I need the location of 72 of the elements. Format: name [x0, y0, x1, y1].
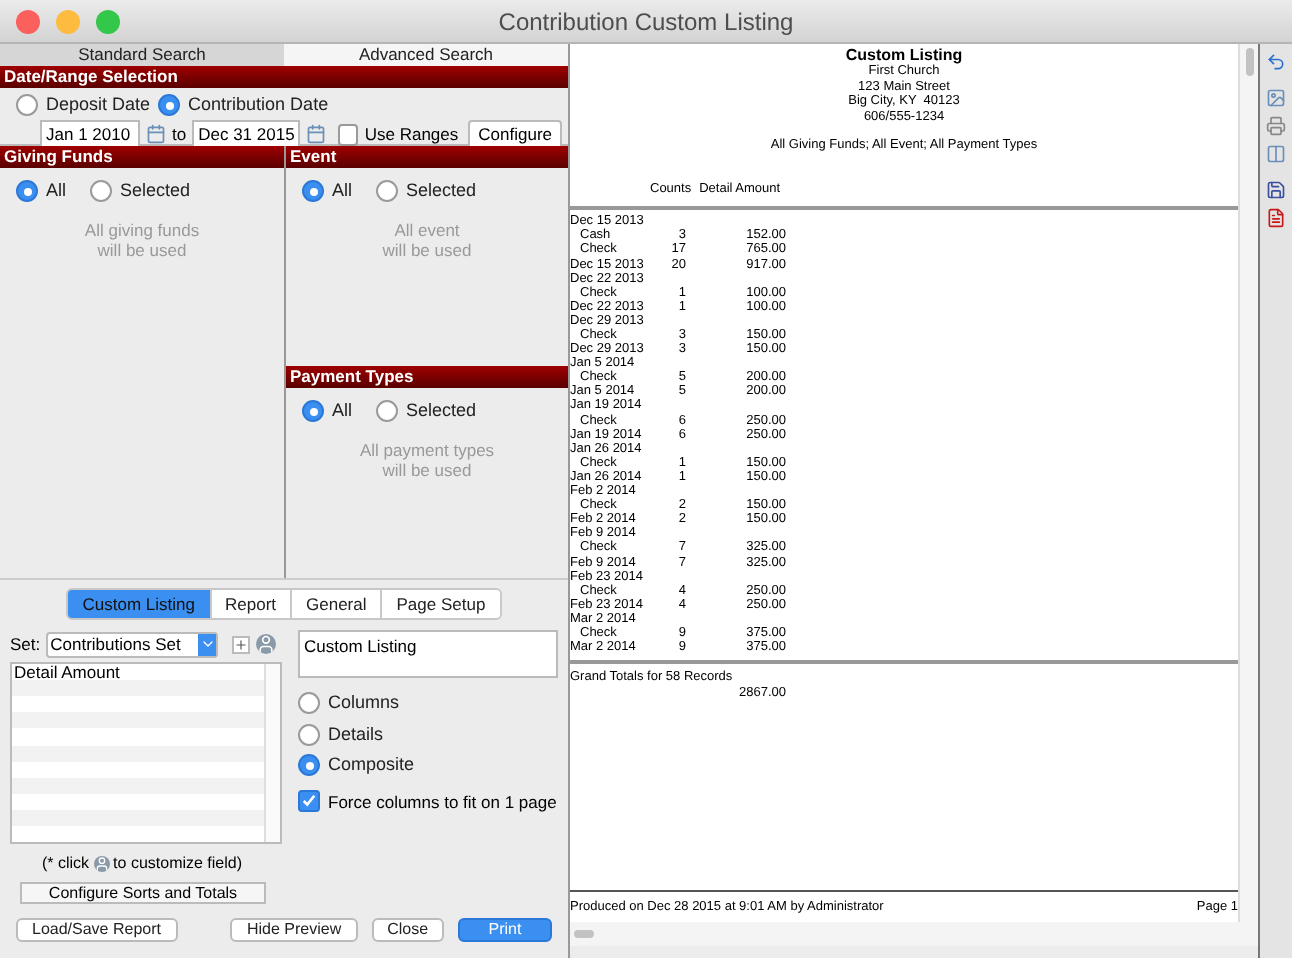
- save-icon[interactable]: [1266, 180, 1286, 200]
- radio-button[interactable]: [16, 94, 38, 117]
- configure-sorts-button[interactable]: Configure Sorts and Totals: [20, 882, 266, 904]
- section-note: All event will be used: [380, 219, 474, 259]
- calendar-icon[interactable]: [306, 124, 327, 144]
- radio-label: All: [332, 398, 353, 424]
- radio-button[interactable]: [298, 754, 320, 777]
- section-note: All giving funds will be used: [82, 219, 202, 259]
- list-scrollbar[interactable]: [264, 664, 280, 842]
- picture-icon[interactable]: [1266, 88, 1286, 108]
- radio-button[interactable]: [298, 692, 320, 715]
- columns-icon[interactable]: [1266, 144, 1286, 164]
- radio-button[interactable]: [376, 400, 399, 423]
- section-note: All payment types will be used: [357, 439, 497, 479]
- radio-label: All: [332, 178, 353, 204]
- checkbox[interactable]: [298, 790, 320, 813]
- set-label: Set:: [10, 631, 41, 657]
- radio-button[interactable]: [90, 180, 113, 203]
- calendar-icon[interactable]: [146, 124, 166, 144]
- add-icon[interactable]: [232, 635, 251, 653]
- dialog-button[interactable]: Load/Save Report: [16, 918, 177, 942]
- settings-tab[interactable]: Report: [209, 590, 291, 618]
- section-header: Event: [286, 146, 568, 168]
- radio-button[interactable]: [16, 180, 38, 203]
- date-field[interactable]: Dec 31 2015: [192, 120, 301, 148]
- document-icon[interactable]: [1266, 208, 1286, 228]
- radio-label: Composite: [328, 752, 415, 778]
- hint-text: (* click: [41, 852, 90, 876]
- checkbox-label: Force columns to fit on 1 page: [328, 789, 557, 815]
- report-title-field[interactable]: Custom Listing: [298, 630, 558, 678]
- radio-button[interactable]: [298, 723, 320, 746]
- checkbox-label: Use Ranges: [364, 121, 459, 147]
- radio-label: Deposit Date: [46, 92, 151, 118]
- radio-label: Columns: [328, 690, 400, 716]
- radio-button[interactable]: [302, 180, 324, 203]
- radio-label: All: [46, 178, 67, 204]
- section-header: Giving Funds: [0, 146, 284, 168]
- configure-button[interactable]: Configure: [468, 119, 562, 149]
- vertical-scrollbar[interactable]: [1238, 44, 1258, 922]
- radio-button[interactable]: [302, 400, 324, 423]
- radio-label: Selected: [406, 398, 477, 424]
- checkmark-icon: [302, 794, 316, 809]
- hint-text: to customize field): [113, 852, 243, 876]
- radio-label: Details: [328, 721, 384, 747]
- settings-tab[interactable]: General: [290, 590, 381, 618]
- zoom-icon[interactable]: [96, 9, 120, 33]
- undo-icon[interactable]: [1266, 52, 1286, 72]
- settings-tab[interactable]: Custom Listing: [68, 590, 209, 618]
- close-icon[interactable]: [16, 9, 40, 33]
- radio-label: Selected: [406, 178, 477, 204]
- section-header: Date/Range Selection: [0, 66, 568, 88]
- radio-label: Selected: [120, 178, 191, 204]
- settings-tab[interactable]: Page Setup: [380, 590, 500, 618]
- person-icon: [93, 856, 110, 872]
- dialog-button[interactable]: Close: [371, 918, 445, 942]
- date-field[interactable]: Jan 1 2010: [40, 120, 140, 148]
- person-icon[interactable]: [256, 634, 277, 654]
- horizontal-scrollbar[interactable]: [570, 922, 1258, 946]
- set-dropdown[interactable]: Contributions Set: [46, 631, 219, 657]
- printer-icon[interactable]: [1266, 116, 1286, 136]
- search-tab[interactable]: Standard Search: [0, 44, 284, 66]
- radio-button[interactable]: [376, 180, 399, 203]
- dialog-button[interactable]: Hide Preview: [230, 918, 358, 942]
- search-tab[interactable]: Advanced Search: [284, 44, 568, 66]
- to-label: to: [172, 121, 187, 147]
- radio-label: Contribution Date: [188, 92, 329, 118]
- window-title: Contribution Custom Listing: [498, 5, 794, 39]
- checkbox[interactable]: [338, 123, 359, 145]
- section-header: Payment Types: [286, 366, 568, 388]
- report-title: Custom Listing: [845, 46, 963, 64]
- radio-button[interactable]: [158, 94, 181, 117]
- chevron-down-icon: [199, 636, 216, 652]
